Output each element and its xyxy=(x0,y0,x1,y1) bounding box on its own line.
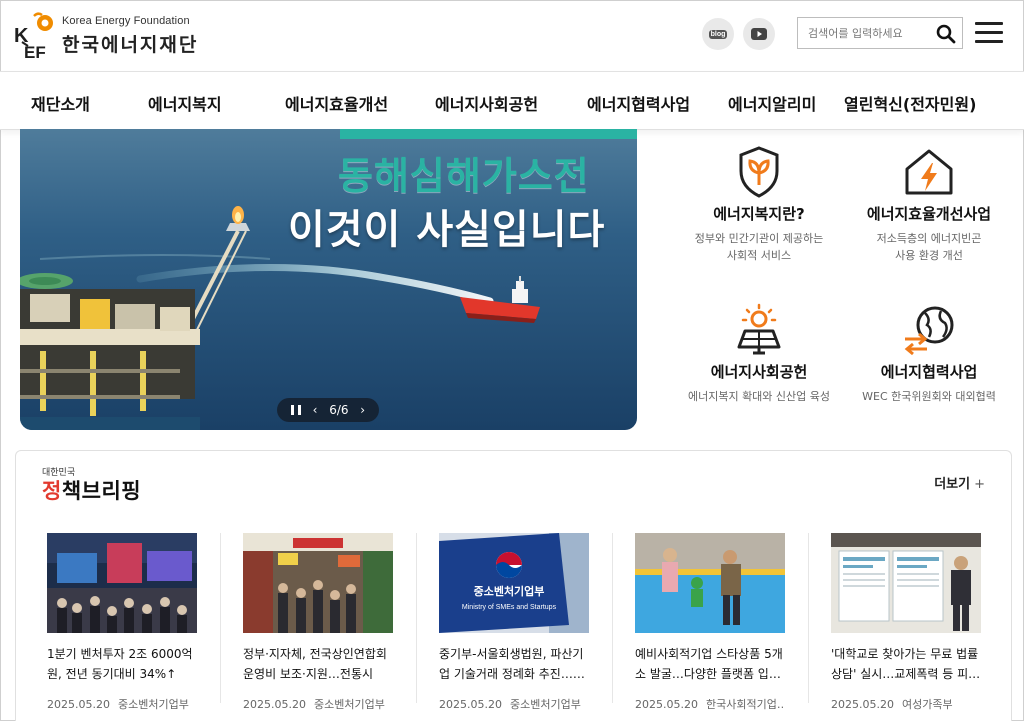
plus-icon: + xyxy=(974,477,985,492)
news-title: '대학교로 찾아가는 무료 법률상담' 실시…교제폭력 등 피… xyxy=(831,647,981,681)
news-card[interactable]: 정부·지자체, 전국상인연합회 운영비 보조·지원…전통시장… 2025.05.… xyxy=(243,533,393,712)
news-card[interactable]: 1분기 벤처투자 2조 6000억원, 전년 동기대비 34%↑ 2025.05… xyxy=(47,533,197,712)
news-card[interactable]: 예비사회적기업 스타상품 5개소 발굴…다양한 플랫폼 입… 2025.05.2… xyxy=(635,533,785,712)
quick-link-desc: 에너지복지 확대와 신산업 육성 xyxy=(674,388,844,405)
ministry-sign-korean: 중소벤처기업부 xyxy=(474,584,545,598)
quick-link-desc-line1: WEC 한국위원회와 대외협력 xyxy=(862,390,996,403)
quick-link-social-contribution[interactable]: 에너지사회공헌 에너지복지 확대와 신산업 육성 xyxy=(674,303,844,405)
news-title: 정부·지자체, 전국상인연합회 운영비 보조·지원…전통시장… xyxy=(243,647,387,681)
logo-english-name: Korea Energy Foundation xyxy=(62,15,190,27)
main-nav: 재단소개 에너지복지 에너지효율개선 에너지사회공헌 에너지협력사업 에너지알리… xyxy=(0,72,1024,130)
quick-link-desc-line2: 사회적 서비스 xyxy=(726,249,792,262)
globe-exchange-icon xyxy=(899,303,959,357)
shield-leaf-icon xyxy=(729,145,789,199)
news-thumbnail xyxy=(243,533,393,633)
nav-item-open-innovation[interactable]: 열린혁신(전자민원) xyxy=(844,91,976,115)
card-divider xyxy=(612,533,613,703)
site-logo[interactable]: K EF Korea Energy Foundation 한국에너지재단 xyxy=(12,8,202,64)
youtube-icon xyxy=(751,28,767,40)
search-input[interactable] xyxy=(808,26,936,40)
quick-link-title: 에너지복지란? xyxy=(713,205,805,223)
news-card[interactable]: 중소벤처기업부 Ministry of SMEs and Startups 중기… xyxy=(439,533,589,712)
more-link[interactable]: 더보기 + xyxy=(934,473,985,492)
policy-briefing-section: 대한민국 정책브리핑 더보기 + 1분기 벤처투자 2조 6000억원, 전년 … xyxy=(15,450,1012,721)
news-date: 2025.05.20 xyxy=(831,698,894,711)
quick-link-title: 에너지효율개선사업 xyxy=(866,205,992,223)
site-header: K EF Korea Energy Foundation 한국에너지재단 blo… xyxy=(0,0,1024,72)
news-date: 2025.05.20 xyxy=(635,698,698,711)
chevron-left-icon[interactable]: ‹ xyxy=(313,403,318,417)
briefing-logo-red: 정 xyxy=(42,479,62,503)
search-button[interactable] xyxy=(936,24,956,44)
youtube-link[interactable] xyxy=(743,18,775,50)
news-source: 한국사회적기업… xyxy=(705,698,785,711)
blog-icon: blog xyxy=(708,29,728,39)
news-source: 여성가족부 xyxy=(901,698,953,711)
news-meta: 2025.05.20 중소벤처기업부 xyxy=(439,696,589,712)
quick-link-energy-welfare[interactable]: 에너지복지란? 정부와 민간기관이 제공하는 사회적 서비스 xyxy=(674,145,844,264)
hero-banner[interactable]: 동해심해가스전 이것이 사실입니다 ‹ 6/6 › xyxy=(20,129,637,430)
news-meta: 2025.05.20 한국사회적기업… xyxy=(635,696,785,712)
more-label: 더보기 xyxy=(934,477,971,492)
quick-link-cooperation[interactable]: 에너지협력사업 WEC 한국위원회와 대외협력 xyxy=(844,303,1014,405)
quick-link-efficiency[interactable]: 에너지효율개선사업 저소득층의 에너지빈곤 사용 환경 개선 xyxy=(844,145,1014,264)
briefing-logo-rest: 책브리핑 xyxy=(61,479,142,503)
pause-icon[interactable] xyxy=(290,405,301,415)
news-thumbnail xyxy=(47,533,197,633)
nav-item-news[interactable]: 에너지알리미 xyxy=(728,91,816,115)
quick-link-desc: 정부와 민간기관이 제공하는 사회적 서비스 xyxy=(674,230,844,264)
chevron-right-icon[interactable]: › xyxy=(360,403,365,417)
search-box xyxy=(797,17,963,49)
hero-slider-controls: ‹ 6/6 › xyxy=(277,398,379,422)
news-source: 중소벤처기업부 xyxy=(509,698,581,711)
news-thumbnail xyxy=(831,533,981,633)
solar-panel-icon xyxy=(729,303,789,357)
news-title: 중기부-서울회생법원, 파산기업 기술거래 정례화 추진…… xyxy=(439,647,585,681)
card-divider xyxy=(220,533,221,703)
nav-item-cooperation[interactable]: 에너지협력사업 xyxy=(587,91,690,115)
news-date: 2025.05.20 xyxy=(243,698,306,711)
card-divider xyxy=(808,533,809,703)
news-card[interactable]: '대학교로 찾아가는 무료 법률상담' 실시…교제폭력 등 피… 2025.05… xyxy=(831,533,981,712)
news-meta: 2025.05.20 여성가족부 xyxy=(831,696,981,712)
hamburger-icon-line xyxy=(975,22,1003,25)
quick-link-desc-line1: 정부와 민간기관이 제공하는 xyxy=(694,232,824,245)
logo-korean-name: 한국에너지재단 xyxy=(62,34,199,56)
quick-link-title: 에너지사회공헌 xyxy=(710,363,808,381)
briefing-logo: 정책브리핑 xyxy=(42,475,141,505)
quick-link-desc: WEC 한국위원회와 대외협력 xyxy=(844,388,1014,405)
hamburger-icon-line xyxy=(975,31,1003,34)
news-source: 중소벤처기업부 xyxy=(313,698,385,711)
news-thumbnail: 중소벤처기업부 Ministry of SMEs and Startups xyxy=(439,533,589,633)
news-date: 2025.05.20 xyxy=(47,698,110,711)
news-thumbnail xyxy=(635,533,785,633)
news-title: 예비사회적기업 스타상품 5개소 발굴…다양한 플랫폼 입… xyxy=(635,647,783,681)
quick-link-desc: 저소득층의 에너지빈곤 사용 환경 개선 xyxy=(844,230,1014,264)
nav-item-energy-welfare[interactable]: 에너지복지 xyxy=(148,91,222,115)
quick-link-desc-line1: 저소득층의 에너지빈곤 xyxy=(876,232,982,245)
nav-item-efficiency[interactable]: 에너지효율개선 xyxy=(285,91,388,115)
quick-link-desc-line1: 에너지복지 확대와 신산업 육성 xyxy=(687,390,831,403)
kef-logo-icon: K EF xyxy=(12,12,56,62)
hero-title-line1: 동해심해가스전 xyxy=(338,154,590,198)
card-divider xyxy=(416,533,417,703)
news-date: 2025.05.20 xyxy=(439,698,502,711)
news-meta: 2025.05.20 중소벤처기업부 xyxy=(47,696,197,712)
hamburger-icon-line xyxy=(975,40,1003,43)
news-source: 중소벤처기업부 xyxy=(117,698,189,711)
news-title: 1분기 벤처투자 2조 6000억원, 전년 동기대비 34%↑ xyxy=(47,647,193,681)
nav-item-about[interactable]: 재단소개 xyxy=(31,91,90,115)
search-icon xyxy=(936,24,956,44)
blog-link[interactable]: blog xyxy=(702,18,734,50)
nav-item-social-contribution[interactable]: 에너지사회공헌 xyxy=(435,91,538,115)
ministry-sign-english: Ministry of SMEs and Startups xyxy=(462,604,557,611)
quick-link-desc-line2: 사용 환경 개선 xyxy=(895,249,963,262)
slide-counter: 6/6 xyxy=(329,403,349,417)
quick-link-title: 에너지협력사업 xyxy=(880,363,978,381)
news-meta: 2025.05.20 중소벤처기업부 xyxy=(243,696,393,712)
house-bolt-icon xyxy=(899,145,959,199)
hamburger-menu-button[interactable] xyxy=(975,22,1003,44)
hero-title-line2: 이것이 사실입니다 xyxy=(288,207,606,253)
